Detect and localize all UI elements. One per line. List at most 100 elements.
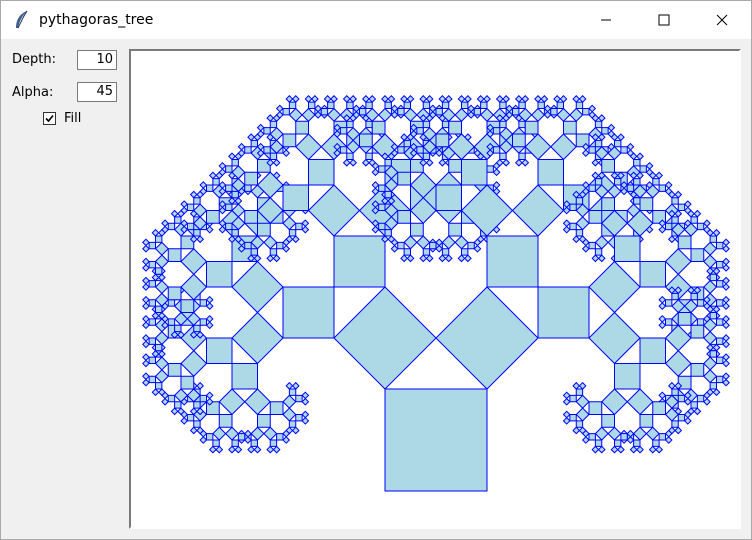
- maximize-button[interactable]: [635, 1, 693, 39]
- tree-square: [709, 382, 717, 390]
- tree-square: [457, 254, 466, 263]
- alpha-input[interactable]: 45: [77, 82, 117, 102]
- fill-checkbox[interactable]: [43, 112, 56, 125]
- tree-square: [480, 101, 488, 109]
- tree-square: [247, 445, 256, 454]
- tree-square: [148, 375, 156, 384]
- tree-square: [225, 165, 233, 173]
- feather-icon: [16, 10, 28, 29]
- tree-square: [263, 127, 271, 135]
- tree-square: [594, 426, 609, 441]
- tree-square: [636, 445, 644, 454]
- tree-square: [441, 101, 450, 109]
- tree-square: [378, 165, 386, 173]
- tree-square: [308, 101, 316, 109]
- tree-square: [614, 439, 622, 447]
- fill-checkbox-row[interactable]: Fill: [43, 111, 81, 126]
- tree-square: [722, 238, 730, 247]
- tree-square: [142, 378, 150, 387]
- tree-square: [295, 222, 303, 231]
- tree-square: [639, 197, 654, 211]
- tree-square: [349, 95, 358, 103]
- tree-square: [492, 146, 501, 154]
- tree-square: [154, 241, 169, 256]
- tree-square: [257, 222, 271, 237]
- tree-square: [416, 235, 431, 250]
- tree-square: [696, 318, 705, 326]
- tree-square: [722, 321, 730, 330]
- tree-square: [648, 445, 657, 454]
- tree-square: [435, 184, 462, 211]
- tree-square: [693, 209, 702, 218]
- tree-square: [180, 273, 208, 301]
- tree-square: [633, 439, 641, 447]
- tree-square: [722, 276, 730, 285]
- tree-square: [291, 426, 300, 435]
- tree-square: [346, 101, 354, 109]
- tree-square: [594, 439, 603, 447]
- close-button[interactable]: [693, 1, 751, 39]
- tree-square: [514, 95, 523, 103]
- tree-canvas[interactable]: [129, 49, 741, 529]
- tree-square: [308, 159, 335, 186]
- tree-square: [387, 95, 396, 103]
- tree-square: [588, 311, 641, 365]
- tree-square: [282, 244, 291, 253]
- tree-square: [365, 152, 373, 160]
- tree-square: [244, 171, 258, 186]
- tree-square: [639, 165, 647, 173]
- tree-square: [664, 350, 692, 377]
- tree-square: [575, 197, 584, 205]
- tree-square: [206, 337, 233, 364]
- tree-square: [448, 159, 462, 173]
- tree-square: [524, 120, 539, 135]
- tree-square: [633, 178, 641, 186]
- tree-square: [189, 426, 198, 435]
- tree-square: [425, 95, 434, 103]
- tree-square: [244, 388, 271, 416]
- tree-square: [518, 120, 526, 129]
- tree-square: [180, 375, 195, 390]
- tree-square: [722, 378, 730, 387]
- tree-square: [703, 254, 718, 269]
- minimize-button[interactable]: [577, 1, 635, 39]
- tree-square: [655, 445, 664, 454]
- depth-input[interactable]: 10: [77, 50, 117, 70]
- tree-square: [444, 254, 453, 263]
- tree-square: [591, 445, 600, 454]
- tree-square: [597, 114, 606, 122]
- tree-square: [664, 248, 692, 275]
- tree-square: [301, 225, 310, 234]
- maximize-icon: [658, 14, 670, 26]
- tree-square: [263, 426, 278, 441]
- close-icon: [716, 14, 728, 26]
- tree-square: [677, 235, 692, 250]
- tree-square: [154, 254, 169, 269]
- title-bar[interactable]: pythagoras_tree: [1, 1, 751, 39]
- tree-square: [716, 241, 724, 250]
- tree-square: [180, 416, 189, 425]
- tree-square: [244, 210, 258, 224]
- tree-square: [658, 321, 667, 330]
- tree-square: [530, 107, 546, 122]
- tree-square: [256, 123, 265, 132]
- tree-square: [665, 318, 673, 326]
- tree-square: [301, 391, 310, 400]
- tree-square: [199, 181, 208, 189]
- tree-square: [272, 158, 281, 167]
- tree-square: [703, 330, 718, 346]
- tree-square: [167, 363, 182, 377]
- tree-square: [250, 426, 265, 441]
- tree-square: [247, 133, 256, 142]
- tree-square: [148, 318, 156, 326]
- tree-square: [193, 420, 201, 428]
- tree-square: [569, 203, 577, 211]
- tree-square: [540, 95, 549, 103]
- tree-square: [588, 433, 596, 441]
- tree-square: [597, 445, 606, 454]
- tree-square: [722, 263, 730, 272]
- tree-square: [269, 120, 278, 129]
- tree-square: [658, 391, 667, 400]
- tree-square: [307, 184, 361, 237]
- tree-square: [703, 279, 718, 295]
